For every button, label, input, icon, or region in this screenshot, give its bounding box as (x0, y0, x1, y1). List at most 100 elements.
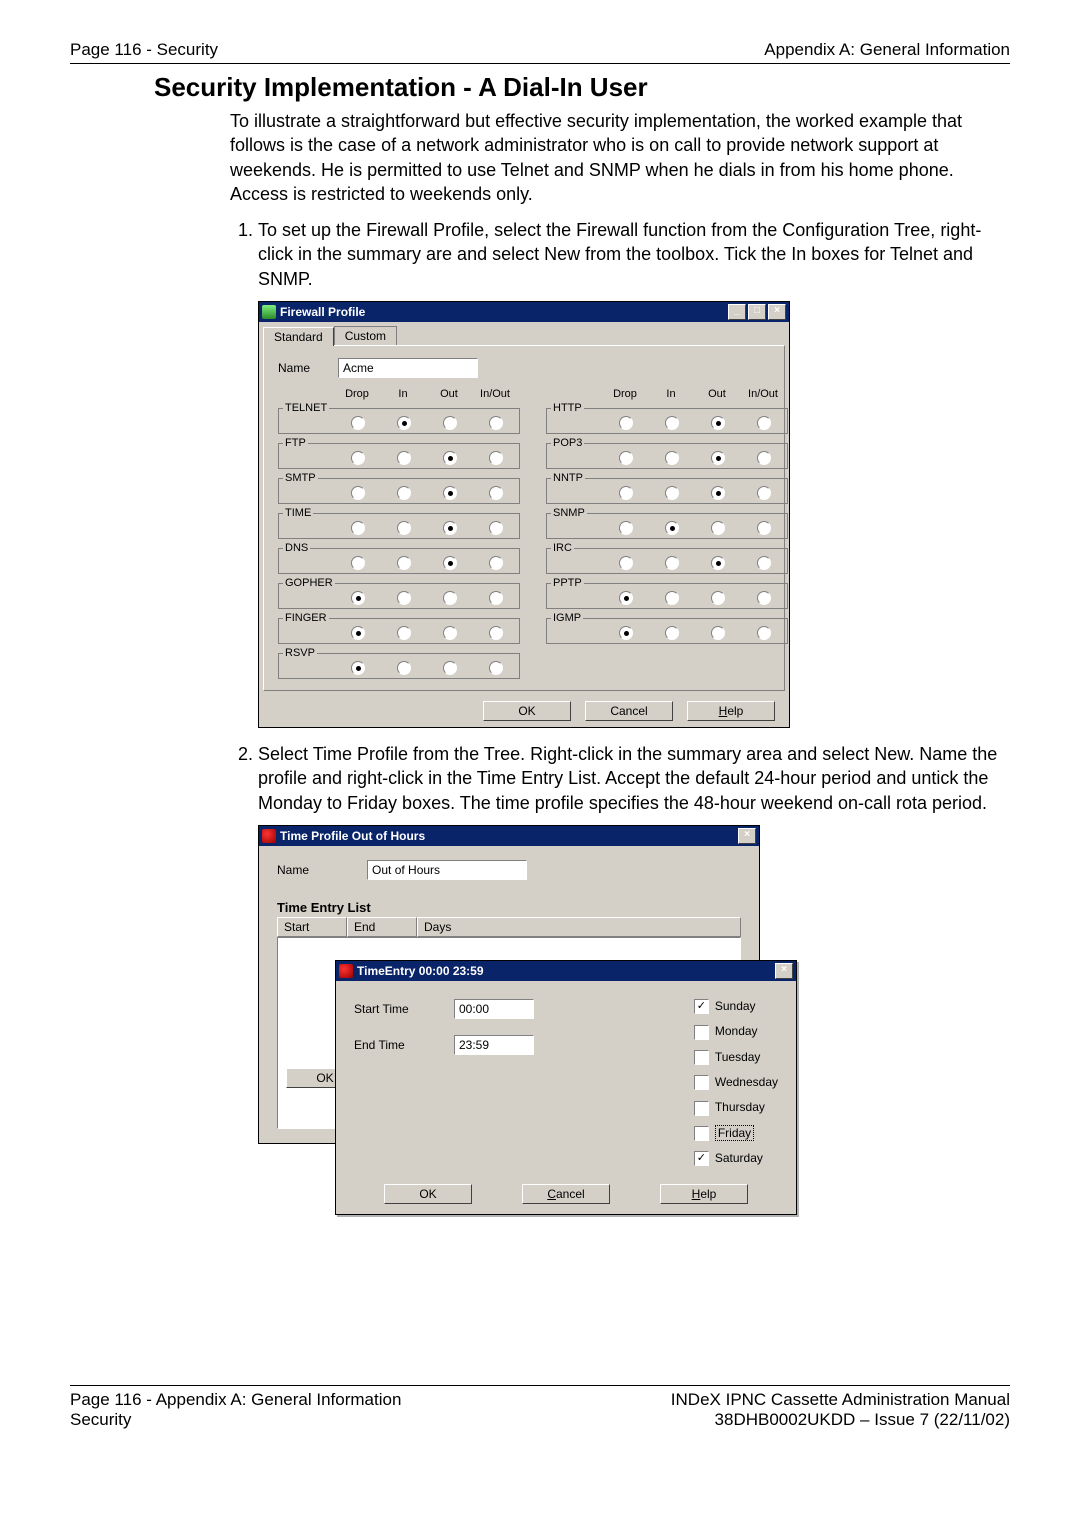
tab-standard[interactable]: Standard (263, 327, 334, 346)
radio-time-inout[interactable] (489, 521, 503, 535)
radio-http-drop[interactable] (619, 416, 633, 430)
radio-telnet-inout[interactable] (489, 416, 503, 430)
checkbox-tuesday[interactable] (694, 1050, 709, 1065)
radio-irc-out[interactable] (711, 556, 725, 570)
radio-dns-inout[interactable] (489, 556, 503, 570)
proto-rsvp: RSVP (278, 647, 520, 679)
proto-snmp: SNMP (546, 507, 788, 539)
te-ok-button[interactable]: OK (384, 1184, 472, 1204)
radio-irc-inout[interactable] (757, 556, 771, 570)
tp-name-input[interactable] (367, 860, 527, 880)
col-end[interactable]: End (347, 917, 417, 937)
proto-irc: IRC (546, 542, 788, 574)
radio-irc-in[interactable] (665, 556, 679, 570)
radio-pptp-in[interactable] (665, 591, 679, 605)
radio-gopher-in[interactable] (397, 591, 411, 605)
radio-telnet-in[interactable] (397, 416, 411, 430)
radio-smtp-inout[interactable] (489, 486, 503, 500)
firewall-ok-button[interactable]: OK (483, 701, 571, 721)
tab-custom[interactable]: Custom (334, 326, 397, 345)
radio-dns-in[interactable] (397, 556, 411, 570)
col-days[interactable]: Days (417, 917, 741, 937)
radio-http-inout[interactable] (757, 416, 771, 430)
radio-smtp-drop[interactable] (351, 486, 365, 500)
radio-igmp-in[interactable] (665, 626, 679, 640)
timeprofile-titlebar[interactable]: Time Profile Out of Hours × (259, 826, 759, 846)
radio-gopher-inout[interactable] (489, 591, 503, 605)
radio-pptp-drop[interactable] (619, 591, 633, 605)
radio-snmp-out[interactable] (711, 521, 725, 535)
radio-finger-drop[interactable] (351, 626, 365, 640)
start-time-input[interactable] (454, 999, 534, 1019)
radio-snmp-in[interactable] (665, 521, 679, 535)
section-title: Security Implementation - A Dial-In User (154, 72, 1010, 103)
radio-snmp-drop[interactable] (619, 521, 633, 535)
checkbox-friday[interactable] (694, 1126, 709, 1141)
radio-dns-drop[interactable] (351, 556, 365, 570)
radio-finger-out[interactable] (443, 626, 457, 640)
radio-nntp-in[interactable] (665, 486, 679, 500)
radio-finger-in[interactable] (397, 626, 411, 640)
radio-dns-out[interactable] (443, 556, 457, 570)
radio-rsvp-out[interactable] (443, 661, 457, 675)
proto-igmp: IGMP (546, 612, 788, 644)
radio-pptp-inout[interactable] (757, 591, 771, 605)
radio-nntp-inout[interactable] (757, 486, 771, 500)
maximize-icon[interactable]: □ (748, 304, 766, 320)
checkbox-sunday[interactable] (694, 999, 709, 1014)
firewall-cancel-button[interactable]: Cancel (585, 701, 673, 721)
checkbox-wednesday[interactable] (694, 1075, 709, 1090)
radio-finger-inout[interactable] (489, 626, 503, 640)
firewall-name-input[interactable] (338, 358, 478, 378)
radio-ftp-in[interactable] (397, 451, 411, 465)
checkbox-saturday[interactable] (694, 1151, 709, 1166)
radio-rsvp-in[interactable] (397, 661, 411, 675)
radio-smtp-in[interactable] (397, 486, 411, 500)
close-icon[interactable]: × (775, 963, 793, 979)
intro-paragraph: To illustrate a straightforward but effe… (230, 109, 1010, 206)
radio-igmp-out[interactable] (711, 626, 725, 640)
close-icon[interactable]: × (768, 304, 786, 320)
radio-ftp-out[interactable] (443, 451, 457, 465)
day-label-sunday: Sunday (715, 999, 756, 1013)
radio-http-in[interactable] (665, 416, 679, 430)
radio-pop3-in[interactable] (665, 451, 679, 465)
radio-pop3-out[interactable] (711, 451, 725, 465)
minimize-icon[interactable]: _ (728, 304, 746, 320)
radio-http-out[interactable] (711, 416, 725, 430)
close-icon[interactable]: × (738, 828, 756, 844)
radio-igmp-drop[interactable] (619, 626, 633, 640)
clock-icon (262, 829, 276, 843)
radio-nntp-drop[interactable] (619, 486, 633, 500)
radio-time-drop[interactable] (351, 521, 365, 535)
radio-ftp-inout[interactable] (489, 451, 503, 465)
radio-rsvp-drop[interactable] (351, 661, 365, 675)
radio-gopher-out[interactable] (443, 591, 457, 605)
radio-rsvp-inout[interactable] (489, 661, 503, 675)
timeentry-titlebar[interactable]: TimeEntry 00:00 23:59 × (336, 961, 796, 981)
te-cancel-button[interactable]: Cancel (522, 1184, 610, 1204)
radio-gopher-drop[interactable] (351, 591, 365, 605)
col-start[interactable]: Start (277, 917, 347, 937)
checkbox-monday[interactable] (694, 1025, 709, 1040)
radio-telnet-out[interactable] (443, 416, 457, 430)
end-time-input[interactable] (454, 1035, 534, 1055)
radio-smtp-out[interactable] (443, 486, 457, 500)
radio-snmp-inout[interactable] (757, 521, 771, 535)
radio-telnet-drop[interactable] (351, 416, 365, 430)
te-help-button[interactable]: Help (660, 1184, 748, 1204)
radio-irc-drop[interactable] (619, 556, 633, 570)
checkbox-thursday[interactable] (694, 1101, 709, 1116)
radio-igmp-inout[interactable] (757, 626, 771, 640)
radio-time-in[interactable] (397, 521, 411, 535)
firewall-help-button[interactable]: Help (687, 701, 775, 721)
radio-pop3-inout[interactable] (757, 451, 771, 465)
radio-ftp-drop[interactable] (351, 451, 365, 465)
radio-pptp-out[interactable] (711, 591, 725, 605)
radio-pop3-drop[interactable] (619, 451, 633, 465)
radio-nntp-out[interactable] (711, 486, 725, 500)
timeentry-title: TimeEntry 00:00 23:59 (357, 964, 484, 978)
radio-time-out[interactable] (443, 521, 457, 535)
proto-time: TIME (278, 507, 520, 539)
firewall-titlebar[interactable]: Firewall Profile _ □ × (259, 302, 789, 322)
